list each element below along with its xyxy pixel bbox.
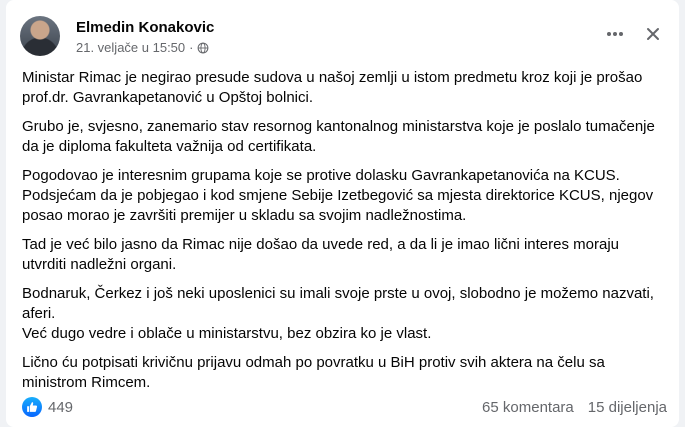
avatar[interactable] [20, 16, 60, 56]
reaction-count[interactable]: 449 [48, 399, 73, 416]
more-options-button[interactable] [603, 22, 627, 46]
like-icon[interactable] [22, 397, 42, 417]
post-header: Elmedin Konakovic 21. veljače u 15:50 · [20, 16, 665, 60]
post-footer: 449 65 komentara 15 dijeljenja [22, 395, 667, 419]
post-meta: 21. veljače u 15:50 · [76, 40, 209, 55]
post-paragraph: Bodnaruk, Čerkez i još neki uposlenici s… [22, 285, 654, 342]
shares-count[interactable]: 15 dijeljenja [588, 399, 667, 416]
meta-separator: · [189, 40, 194, 55]
post-paragraph: Ministar Rimac je negirao presude sudova… [22, 69, 643, 106]
post-paragraph: Grubo je, svjesno, zanemario stav resorn… [22, 118, 655, 155]
thumbs-up-icon [27, 402, 38, 412]
timestamp[interactable]: 21. veljače u 15:50 [76, 40, 185, 55]
more-dots-icon [607, 32, 623, 36]
close-icon [647, 28, 659, 40]
comments-count[interactable]: 65 komentara [482, 399, 574, 416]
header-actions [603, 22, 665, 46]
post-card: Elmedin Konakovic 21. veljače u 15:50 · [6, 0, 679, 427]
close-button[interactable] [641, 22, 665, 46]
author-name[interactable]: Elmedin Konakovic [76, 19, 214, 36]
post-paragraph: Pogodovao je interesnim grupama koje se … [22, 167, 654, 224]
globe-icon[interactable] [197, 42, 209, 54]
post-paragraph: Lično ću potpisati krivičnu prijavu odma… [22, 354, 605, 391]
post-paragraph: Tad je već bilo jasno da Rimac nije doša… [22, 236, 619, 273]
post-text: Ministar Rimac je negirao presude sudova… [22, 68, 667, 402]
